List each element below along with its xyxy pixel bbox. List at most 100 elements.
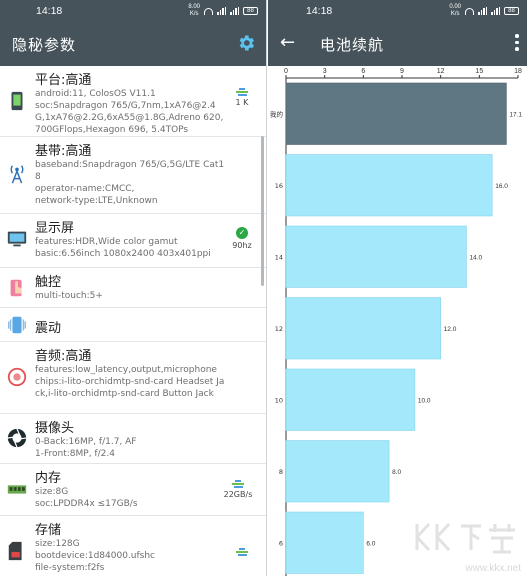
value-label-1: 16.0 xyxy=(495,183,508,190)
bar-0 xyxy=(285,82,507,145)
list-item-camera[interactable]: 摄像头 0-Back:16MP, f/1.7, AF 1-Front:8MP, … xyxy=(0,414,266,464)
category-label-1: 16 xyxy=(275,182,283,190)
wifi-icon xyxy=(465,7,474,15)
signal-icon xyxy=(478,7,487,15)
antenna-icon xyxy=(10,165,24,184)
value-label-3: 12.0 xyxy=(444,326,457,333)
item-side xyxy=(226,548,258,558)
item-desc: multi-touch:5+ xyxy=(35,291,103,301)
signal-icon xyxy=(217,7,226,15)
check-icon: ✓ xyxy=(236,227,248,239)
status-time: 14:18 xyxy=(306,5,333,17)
bar-chart-icon xyxy=(236,548,248,556)
bar-5 xyxy=(285,440,390,503)
list-item-touch[interactable]: 触控 multi-touch:5+ xyxy=(0,268,266,308)
item-name: 摄像头 xyxy=(35,421,75,436)
item-side-value: 1 K xyxy=(235,98,249,107)
value-label-6: 6.0 xyxy=(366,540,375,547)
hand-touch-icon xyxy=(10,279,22,297)
list-item-platform[interactable]: 平台:高通 android:11, ColosOS V11.1 soc:Snap… xyxy=(0,66,266,137)
item-desc: 0-Back:16MP, f/1.7, AF 1-Front:8MP, f/2.… xyxy=(35,437,137,459)
list-item-audio[interactable]: 音频:高通 features:low_latency,output,microp… xyxy=(0,342,266,414)
status-bar: 14:18 8.00 K/s 88 xyxy=(0,0,266,22)
net-speed-unit: K/s xyxy=(450,11,460,17)
bar-4 xyxy=(285,368,416,431)
list-item-storage[interactable]: 存储 size:128G bootdevice:1d84000.ufshc fi… xyxy=(0,516,266,576)
net-speed-unit: K/s xyxy=(189,11,199,17)
x-tick-label-1: 3 xyxy=(323,68,327,75)
item-side-value: 22GB/s xyxy=(223,490,253,499)
wifi-icon xyxy=(204,7,213,15)
category-label-4: 10 xyxy=(275,396,283,404)
list-item-vibration[interactable]: 震动 xyxy=(0,308,266,342)
item-name: 内存 xyxy=(35,471,62,486)
item-name: 音频:高通 xyxy=(35,349,92,364)
battery-bar-chart: 0 3 6 9 12 15 18 我的 17.1 16 16.0 14 14.0 12 12.0 10 10.0… xyxy=(270,68,522,576)
category-label-6: 6 xyxy=(279,539,283,547)
item-name: 基带:高通 xyxy=(35,144,92,159)
item-name: 平台:高通 xyxy=(35,73,92,88)
category-label-2: 14 xyxy=(275,253,283,261)
item-side: ✓ 90hz xyxy=(226,227,258,250)
bar-3 xyxy=(285,297,441,360)
vibrate-icon xyxy=(8,316,26,334)
value-label-5: 8.0 xyxy=(392,469,401,476)
audio-icon xyxy=(7,367,27,387)
item-name: 存储 xyxy=(35,523,62,538)
item-name: 显示屏 xyxy=(35,221,75,236)
battery-life-panel: 14:18 0.00 K/s 88 ← 电池续航 0 3 6 9 12 15 18 我的 17.… xyxy=(268,0,527,576)
list-item-display[interactable]: 显示屏 features:HDR,Wide color gamut basic:… xyxy=(0,214,266,268)
net-speed: 8.00 K/s xyxy=(188,4,200,18)
page-title: 隐秘参数 xyxy=(12,36,77,54)
signal-icon-2 xyxy=(491,7,500,15)
app-bar: ← 电池续航 xyxy=(268,22,527,66)
status-time: 14:18 xyxy=(36,5,63,17)
status-icons: 0.00 K/s 88 xyxy=(449,4,519,18)
net-speed-value: 8.00 xyxy=(188,4,200,10)
item-side: 22GB/s xyxy=(218,480,258,499)
item-desc: android:11, ColosOS V11.1 soc:Snapdragon… xyxy=(35,89,224,135)
scrollbar[interactable] xyxy=(261,136,264,286)
item-desc: size:128G bootdevice:1d84000.ufshc file-… xyxy=(35,539,155,573)
x-tick-label-0: 0 xyxy=(284,68,288,75)
item-desc: size:8G soc:LPDDR4x ≤17GB/s xyxy=(35,487,138,509)
list-item-memory[interactable]: 内存 size:8G soc:LPDDR4x ≤17GB/s 22GB/s xyxy=(0,464,266,516)
x-tick-label-4: 12 xyxy=(437,68,445,75)
x-tick-label-3: 9 xyxy=(400,68,404,75)
android-phone-icon xyxy=(11,91,23,111)
ram-icon xyxy=(7,485,27,494)
device-params-panel: 14:18 8.00 K/s 88 隐秘参数 平台:高通 android:11,… xyxy=(0,0,267,576)
app-bar: 隐秘参数 xyxy=(0,22,266,66)
list-item-baseband[interactable]: 基带:高通 baseband:Snapdragon 765/G,5G/LTE C… xyxy=(0,137,266,214)
camera-aperture-icon xyxy=(7,428,27,448)
back-arrow-icon[interactable]: ← xyxy=(280,33,295,53)
x-tick-label-2: 6 xyxy=(361,68,365,75)
item-name: 触控 xyxy=(35,275,62,290)
status-icons: 8.00 K/s 88 xyxy=(188,4,258,18)
params-list[interactable]: 平台:高通 android:11, ColosOS V11.1 soc:Snap… xyxy=(0,66,266,576)
x-tick-label-5: 15 xyxy=(475,68,483,75)
bar-chart-icon xyxy=(236,88,248,96)
bar-chart-icon xyxy=(232,480,244,488)
watermark-url: www.kkx.net xyxy=(465,563,521,574)
value-label-0: 17.1 xyxy=(509,111,522,118)
battery-icon: 88 xyxy=(504,7,519,15)
page-title: 电池续航 xyxy=(320,36,385,54)
bar-6 xyxy=(285,511,364,574)
category-label-5: 8 xyxy=(279,468,283,476)
net-speed: 0.00 K/s xyxy=(449,4,461,18)
item-side: 1 K xyxy=(226,88,258,107)
category-label-3: 12 xyxy=(275,325,283,333)
watermark-logo xyxy=(415,522,515,554)
item-desc: features:HDR,Wide color gamut basic:6.56… xyxy=(35,237,211,259)
value-label-2: 14.0 xyxy=(469,254,482,261)
battery-icon: 88 xyxy=(243,7,258,15)
category-label-0: 我的 xyxy=(270,109,284,118)
bar-1 xyxy=(285,154,493,217)
more-menu-icon[interactable] xyxy=(515,34,519,51)
signal-icon-2 xyxy=(230,7,239,15)
gear-icon[interactable] xyxy=(236,33,256,53)
sd-card-icon xyxy=(8,541,22,561)
item-name: 震动 xyxy=(35,321,62,336)
net-speed-value: 0.00 xyxy=(449,4,461,10)
